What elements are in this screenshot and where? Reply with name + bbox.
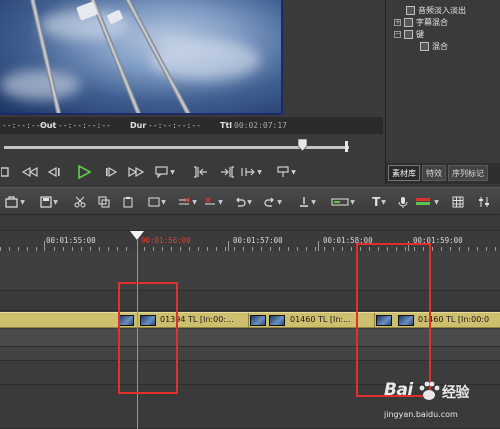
position-slider[interactable] (0, 137, 383, 157)
ruler-major-tick (228, 241, 229, 251)
ruler-major-tick (318, 241, 319, 251)
preview-monitor (0, 0, 283, 115)
tab-asset-library[interactable]: 素材库 (388, 165, 420, 181)
fast-forward-button[interactable] (128, 163, 144, 181)
tree-item-mix[interactable]: 混合 (420, 40, 448, 52)
playhead-handle[interactable] (130, 231, 144, 240)
rewind-button[interactable] (22, 163, 38, 181)
clip-thumbnail (269, 315, 285, 326)
paw-logo-icon (419, 381, 440, 400)
dur-timecode: --:--:--:-- (148, 121, 201, 130)
set-in-icon[interactable] (192, 163, 212, 181)
tree-item-key[interactable]: − 键 (394, 28, 424, 40)
folder-icon (406, 5, 415, 15)
folder-icon (404, 17, 413, 27)
copy-icon[interactable] (96, 193, 112, 211)
highlight-box (118, 282, 178, 394)
ruler-label-current: 00:01:56:00 (141, 236, 191, 245)
grid-view-icon[interactable] (450, 193, 466, 211)
redo-icon[interactable]: ▼ (262, 193, 284, 211)
set-out-icon[interactable] (216, 163, 236, 181)
out-timecode: --:--:--:-- (58, 121, 111, 130)
step-forward-button[interactable] (104, 163, 120, 181)
paste-icon[interactable] (120, 193, 136, 211)
tab-sequence-markers[interactable]: 序列标记 (448, 165, 488, 181)
baidu-watermark: Bai 经验 jingyan.baidu.com (380, 378, 498, 426)
slider-end-marker[interactable] (345, 141, 348, 152)
clip-thumbnail (250, 315, 266, 326)
out-label: Out (40, 121, 57, 130)
timecode-bar: --:--:--:-- Out --:--:--:-- Dur --:--:--… (0, 117, 383, 134)
play-button[interactable] (76, 163, 92, 181)
marker-icon[interactable]: ▼ (276, 163, 296, 181)
tab-effects[interactable]: 特效 (422, 165, 446, 181)
tree-item-title-mix[interactable]: + 字幕混合 (394, 16, 448, 28)
cut-icon[interactable] (72, 193, 88, 211)
collapse-minus-icon[interactable]: − (394, 30, 401, 38)
video-editor-window: --:--:--:-- Out --:--:--:-- Dur --:--:--… (0, 0, 500, 429)
watermark-url: jingyan.baidu.com (384, 410, 458, 419)
title-tool-icon[interactable]: T ▼ (368, 193, 390, 211)
stop-button[interactable] (0, 163, 10, 181)
snap-icon[interactable]: ▼ (296, 193, 318, 211)
delete-gap-icon[interactable]: ▼ (176, 193, 198, 211)
watermark-brand-suffix: 经验 (442, 385, 470, 401)
clip-mode-icon[interactable]: ▼ (146, 193, 168, 211)
panel-tabs: 素材库 特效 序列标记 (388, 165, 488, 182)
export-icon[interactable]: ▼ (414, 193, 440, 211)
preview-cloud (0, 70, 80, 100)
dur-label: Dur (130, 121, 147, 130)
microphone-icon[interactable] (396, 193, 410, 211)
step-back-button[interactable] (46, 163, 62, 181)
folder-icon (404, 29, 413, 39)
ruler-major-tick (44, 241, 45, 251)
settings-sliders-icon[interactable] (476, 193, 492, 211)
undo-icon[interactable]: ▼ (232, 193, 254, 211)
timeline-toolbar: ▼ ▼ ▼ ▼ ▼ ▼ ▼ ▼ ▼ T ▼ ▼ (0, 187, 500, 215)
slider-thumb[interactable] (298, 139, 307, 151)
loop-playback-icon[interactable]: ▼ (154, 163, 176, 181)
open-sequence-icon[interactable]: ▼ (4, 193, 26, 211)
ruler-label: 00:01:57:00 (233, 236, 283, 245)
ttl-timecode: 00:02:07:17 (234, 121, 287, 130)
ruler-label: 00:01:55:00 (46, 236, 96, 245)
transport-controls: ▼ ▼ ▼ (0, 160, 383, 184)
save-icon[interactable]: ▼ (38, 193, 60, 211)
asset-panel: 音频淡入淡出 + 字幕混合 − 键 混合 素材库 特效 序列标记 (385, 0, 500, 184)
ttl-label: Ttl (220, 121, 233, 130)
ripple-delete-icon[interactable]: ▼ (202, 193, 224, 211)
clip-label[interactable]: 01460 TL [In:... (290, 315, 351, 324)
expand-plus-icon[interactable]: + (394, 18, 401, 26)
effect-tree: 音频淡入淡出 + 字幕混合 − 键 混合 (386, 0, 500, 163)
clip-boundary[interactable] (248, 313, 249, 328)
trim-mode-icon[interactable]: ▼ (240, 163, 262, 181)
highlight-box (356, 243, 431, 397)
effect-icon (420, 41, 429, 51)
watermark-brand: Bai (384, 380, 413, 400)
tree-item-audio-fade[interactable]: 音频淡入淡出 (406, 4, 466, 16)
render-icon[interactable]: ▼ (330, 193, 356, 211)
